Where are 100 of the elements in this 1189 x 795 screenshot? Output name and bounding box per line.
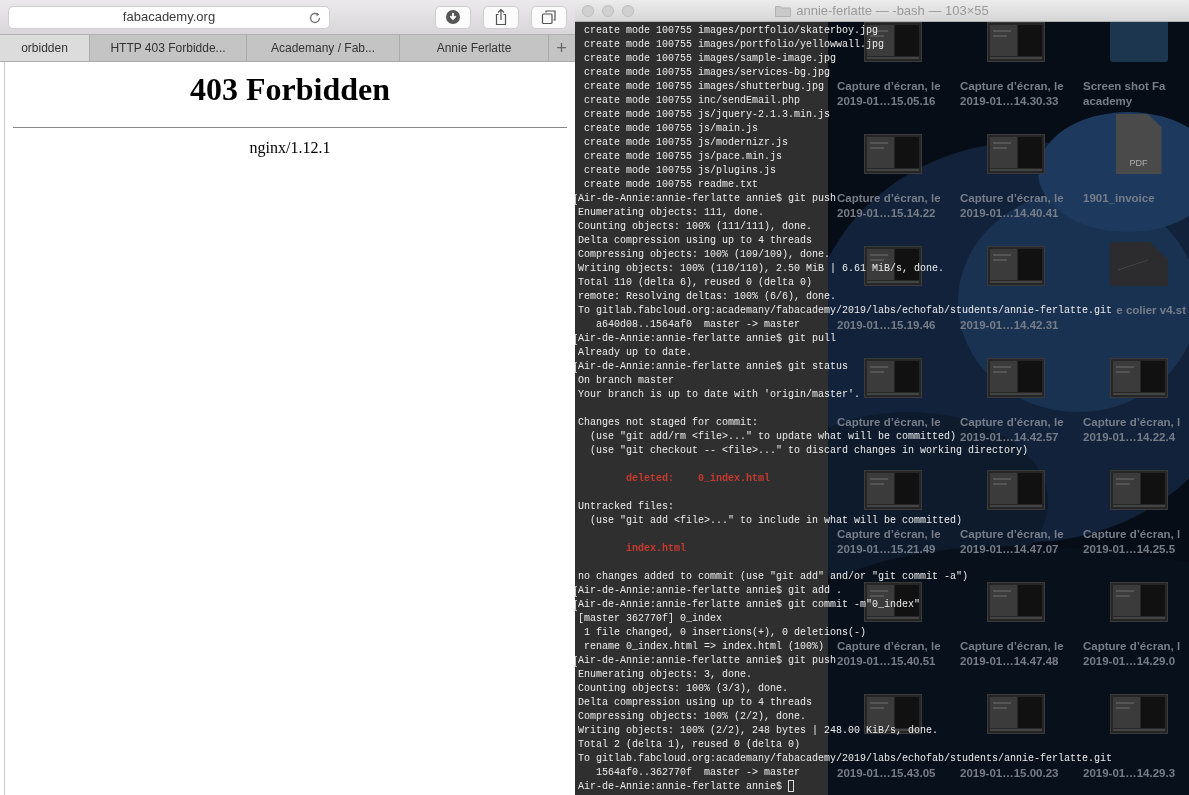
download-button[interactable] [435,5,471,29]
browser-tab[interactable]: Annie Ferlatte [400,35,549,61]
terminal-line: create mode 100755 images/sample-image.jpg [584,52,837,66]
terminal-line: create mode 100755 images/portfolio/skaterboy.jpg [584,24,879,38]
file-label: Capture d’écran, le [960,415,1064,430]
window-title: annie-ferlatte — -bash — 103×55 [796,1,989,20]
file-label: 2019-01…15.00.23 [960,766,1059,781]
file-label: 2019-01…15.14.22 [837,206,936,221]
browser-tab[interactable]: Academany / Fab... [247,35,400,61]
file-label: Capture d’écran, l [1083,527,1181,542]
pdf-file-icon[interactable]: PDF [1115,114,1162,174]
file-label: 2019-01…14.42.57 [960,430,1059,445]
file-label: Capture d’écran, l [1083,639,1181,654]
terminal-line: create mode 100755 js/plugins.js [584,164,777,178]
terminal-line: Delta compression using up to 4 threads [578,234,813,248]
browser-tab[interactable]: HTTP 403 Forbidde... [90,35,247,61]
file-label: 2019-01…14.47.48 [960,654,1059,669]
terminal-line: create mode 100755 images/portfolio/yellowwall.jpg [584,38,885,52]
terminal-line: remote: Resolving deltas: 100% (6/6), done. [578,290,837,304]
terminal-line: Air-de-Annie:annie-ferlatte annie$ git push [578,654,837,668]
screenshot-thumbnail-icon[interactable] [1109,470,1168,510]
file-label: 2019-01…14.29.0 [1083,654,1176,669]
screenshot-thumbnail-icon[interactable] [986,582,1045,622]
address-field[interactable]: fabacademy.org [8,5,330,29]
terminal-line: index.html [626,542,687,556]
zoom-button[interactable] [622,4,634,17]
terminal-line: create mode 100755 js/jquery-2.1.3.min.js [584,108,831,122]
file-label: 2019-01…14.29.3 [1083,766,1176,781]
file-label: e colier v4.st [1116,303,1186,318]
terminal-line: Counting objects: 100% (3/3), done. [578,682,789,696]
terminal-line: Enumerating objects: 3, done. [578,668,753,682]
file-label: 2019-01…15.19.46 [837,318,936,333]
minimize-button[interactable] [602,4,614,17]
close-button[interactable] [582,4,594,17]
file-label: academy [1083,94,1133,109]
terminal-line: Compressing objects: 100% (109/109), done. [578,248,831,262]
file-label: 2019-01…15.21.49 [837,542,936,557]
terminal-line: 1 file changed, 0 insertions(+), 0 deletions(-) [584,626,867,640]
terminal-line: a640d08..1564af0 master -> master [596,318,801,332]
terminal-line: create mode 100755 images/services-bg.jpg [584,66,831,80]
screenshot-thumbnail-icon[interactable] [986,694,1045,734]
terminal-line: create mode 100755 js/modernizr.js [584,136,789,150]
screenshot-thumbnail-icon[interactable] [986,22,1045,62]
download-icon [445,9,461,25]
terminal-line: rename 0_index.html => index.html (100%) [584,640,825,654]
file-label: Capture d’écran, le [837,79,941,94]
screenshot-thumbnail-icon[interactable] [863,358,922,398]
file-label: Capture d’écran, le [837,415,941,430]
file-label: 1901_invoice [1083,191,1155,206]
terminal-line: Total 2 (delta 1), reused 0 (delta 0) [578,738,801,752]
screenshot-thumbnail-icon[interactable] [986,470,1045,510]
browser-tab[interactable]: orbidden [0,35,90,61]
file-label: 2019-01…14.40.41 [960,206,1059,221]
terminal-line: create mode 100755 js/pace.min.js [584,150,783,164]
file-label: 2019-01…15.40.51 [837,654,936,669]
file-type-label: PDF [1129,156,1148,170]
screenshot-thumbnail-icon[interactable] [986,134,1045,174]
terminal-line: Untracked files: [578,500,674,514]
share-icon [493,8,509,26]
screenshot-thumbnail-icon[interactable] [863,134,922,174]
screenshot-thumbnail-icon[interactable] [1109,358,1168,398]
terminal-line: create mode 100755 js/main.js [584,122,759,136]
file-label: 2019-01…14.22.4 [1083,430,1176,445]
image-thumbnail-icon[interactable] [1109,22,1168,62]
file-label: 2019-01…14.25.5 [1083,542,1176,557]
screenshot-thumbnail-icon[interactable] [986,358,1045,398]
terminal-line: Air-de-Annie:annie-ferlatte annie$ git push [578,192,837,206]
terminal-line: create mode 100755 images/shutterbug.jpg [584,80,825,94]
terminal-line: Your branch is up to date with 'origin/master'. [578,388,861,402]
file-label: 2019-01…15.05.16 [837,94,936,109]
terminal-line: (use "git add <file>..." to include in what will be committed) [590,514,963,528]
terminal-line: 1564af0..362770f master -> master [596,766,801,780]
file-label: Screen shot Fa [1083,79,1166,94]
terminal-line: Already up to date. [578,346,693,360]
share-button[interactable] [483,5,519,29]
file-label: Capture d’écran, l [1083,415,1181,430]
terminal-line: (use "git checkout -- <file>..." to discard changes in working directory) [590,444,1029,458]
terminal-line: create mode 100755 readme.txt [584,178,759,192]
server-version: nginx/1.12.1 [248,138,332,159]
screenshot-thumbnail-icon[interactable] [1109,582,1168,622]
page-heading: 403 Forbidden [189,70,391,109]
terminal-line: To gitlab.fabcloud.org:academany/fabacademy/2019/labs/echofab/students/annie-ferlatte.git [578,752,1113,766]
terminal-line: Air-de-Annie:annie-ferlatte annie$ git commit -m"0_index" [578,598,921,612]
terminal-line: Writing objects: 100% (2/2), 248 bytes | 248.00 KiB/s, done. [578,724,939,738]
terminal-line: [master 362770f] 0_index [578,612,723,626]
terminal-line: Counting objects: 100% (111/111), done. [578,220,813,234]
tabs-overview-button[interactable] [531,5,567,29]
terminal-line: create mode 100755 inc/sendEmail.php [584,94,801,108]
terminal-line: Air-de-Annie:annie-ferlatte annie$ git pull [578,332,837,346]
terminal-line: On branch master [578,374,674,388]
screenshot-thumbnail-icon[interactable] [986,246,1045,286]
file-label: Capture d’écran, le [837,191,941,206]
screenshot-thumbnail-icon[interactable] [1109,694,1168,734]
folder-icon [775,4,792,17]
terminal-line: Delta compression using up to 4 threads [578,696,813,710]
file-label: 2019-01…15.43.05 [837,766,936,781]
file-label: 2019-01…14.30.33 [960,94,1059,109]
terminal-line: Enumerating objects: 111, done. [578,206,765,220]
screenshot-thumbnail-icon[interactable] [863,470,922,510]
terminal-line: no changes added to commit (use "git add" and/or "git commit -a") [578,570,969,584]
